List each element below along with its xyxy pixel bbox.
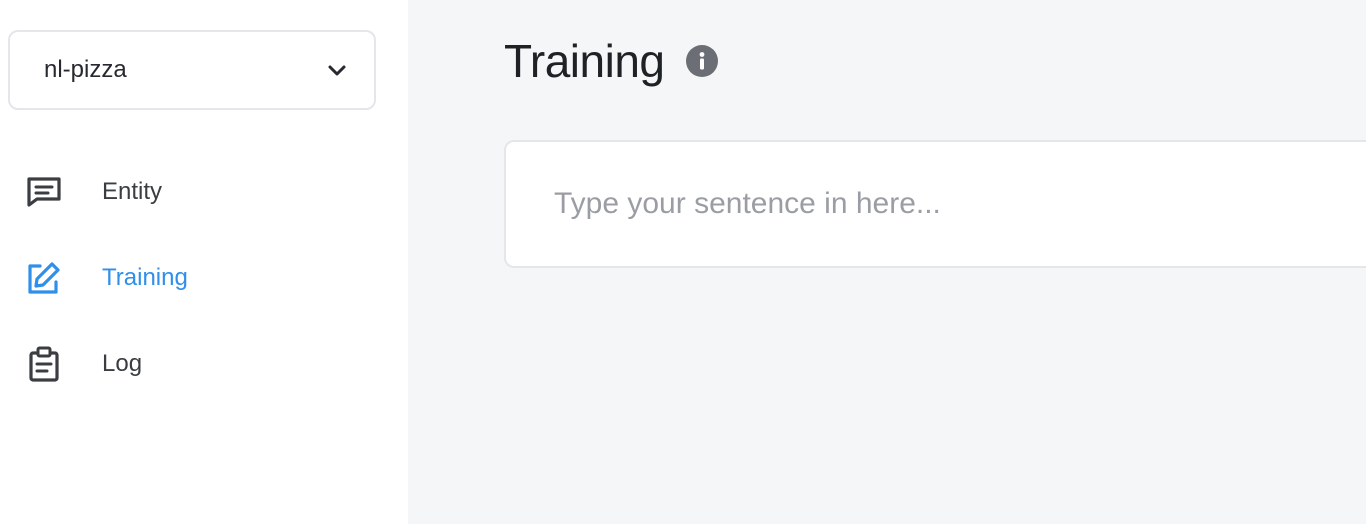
info-icon[interactable]: [686, 45, 719, 77]
sentence-input[interactable]: [554, 187, 1334, 221]
app: nl-pizza Entity Training Log Training Ty…: [0, 0, 1366, 524]
sidebar: nl-pizza Entity Training Log: [0, 0, 408, 524]
sidebar-item-entity[interactable]: Entity: [0, 162, 408, 222]
edit-icon: [26, 260, 62, 296]
sidebar-item-label: Entity: [102, 178, 163, 205]
message-square-icon: [26, 174, 62, 210]
project-select-value: nl-pizza: [44, 56, 127, 83]
project-select[interactable]: nl-pizza: [8, 30, 376, 110]
clipboard-icon: [26, 346, 62, 382]
sidebar-item-log[interactable]: Log: [0, 334, 408, 394]
chevron-down-icon: [326, 59, 348, 81]
sidebar-item-label: Training: [102, 264, 188, 291]
main-content: Training: [408, 0, 1366, 524]
page-title: Training: [504, 35, 665, 87]
sidebar-item-training[interactable]: Training: [0, 248, 408, 308]
sentence-input-box: [504, 140, 1366, 268]
sidebar-item-label: Log: [102, 350, 143, 377]
page-header: Training: [504, 34, 719, 88]
